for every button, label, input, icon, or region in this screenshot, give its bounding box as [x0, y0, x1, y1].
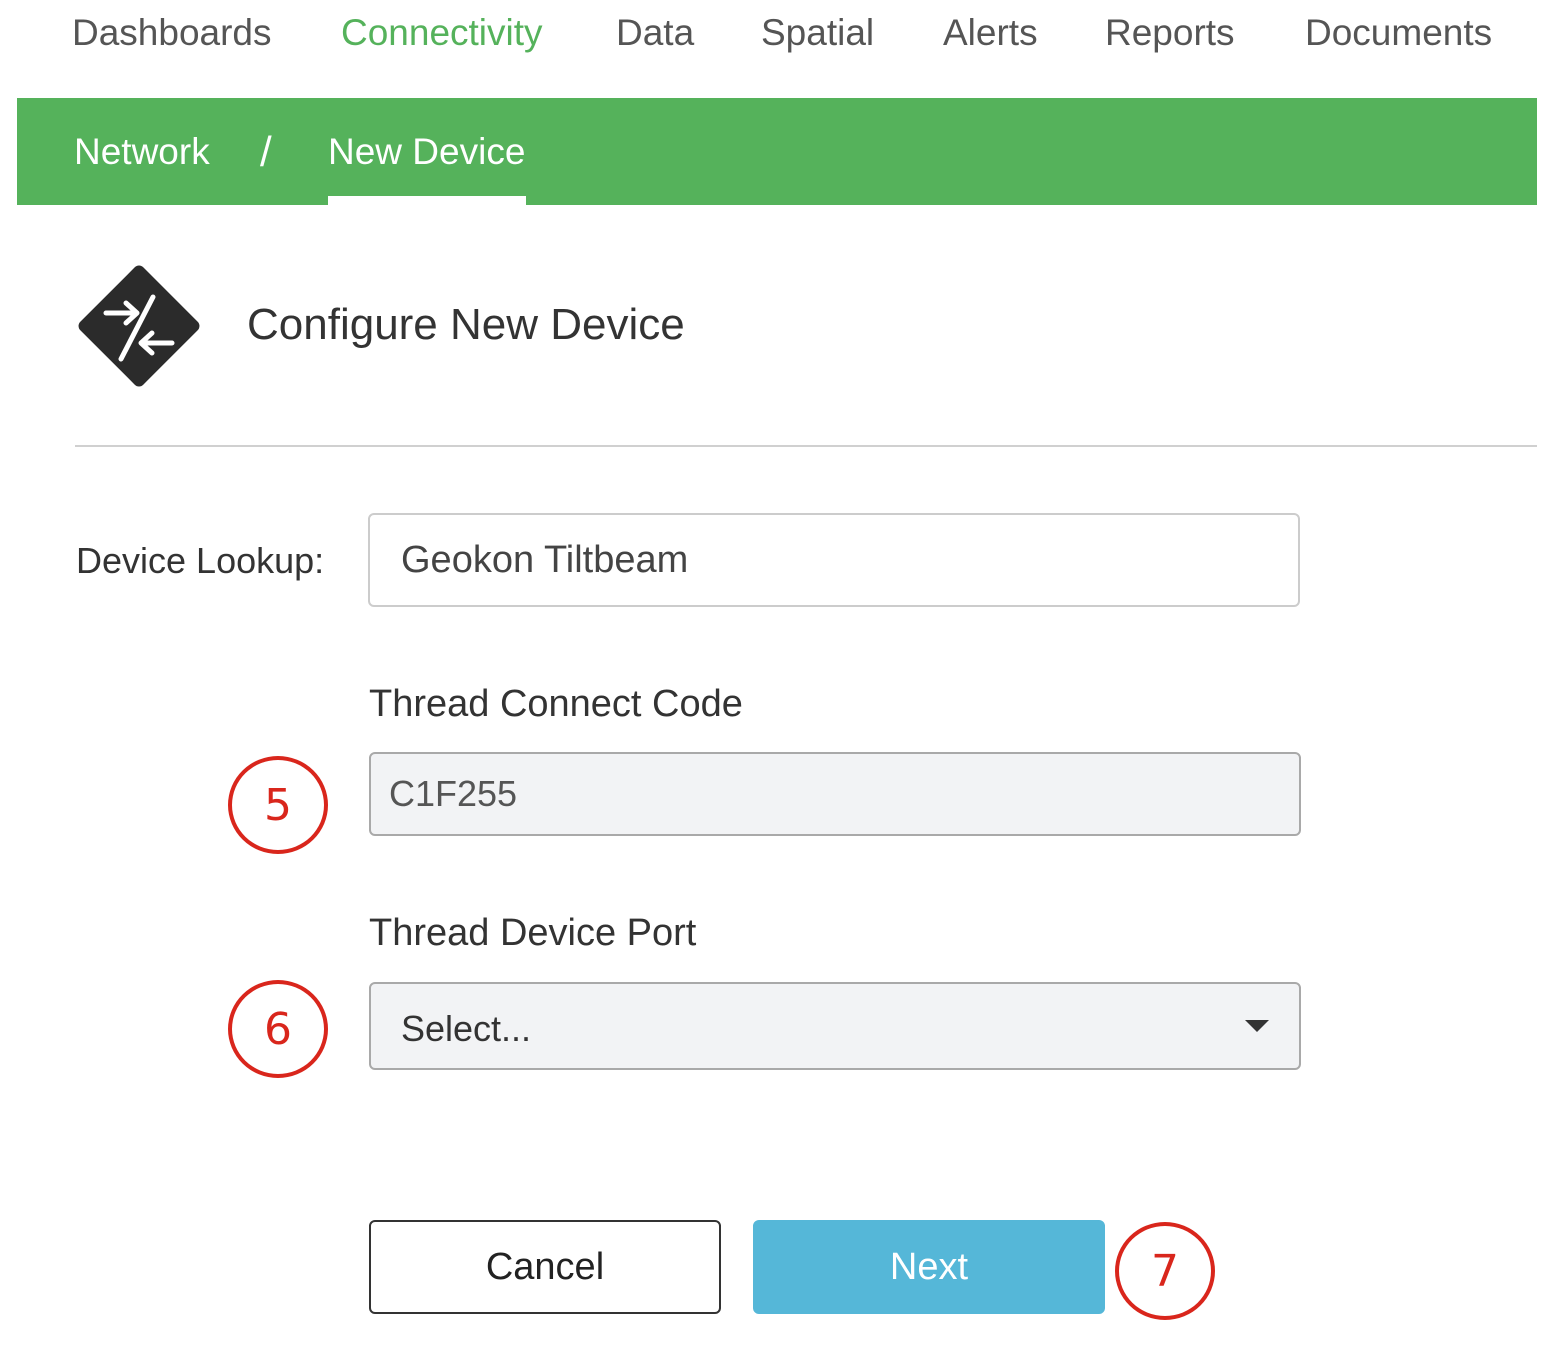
- thread-connect-code-input[interactable]: [369, 752, 1301, 836]
- thread-connect-code-label: Thread Connect Code: [369, 683, 743, 725]
- page-title: Configure New Device: [247, 300, 685, 349]
- nav-reports[interactable]: Reports: [1105, 12, 1235, 54]
- device-lookup-input[interactable]: [368, 513, 1300, 607]
- caret-down-icon: [1245, 1020, 1269, 1032]
- nav-alerts[interactable]: Alerts: [943, 12, 1038, 54]
- nav-documents[interactable]: Documents: [1305, 12, 1492, 54]
- thread-device-port-select[interactable]: Select...: [369, 982, 1301, 1070]
- header-divider: [75, 445, 1537, 447]
- thread-device-port-label: Thread Device Port: [369, 912, 697, 954]
- cancel-button[interactable]: Cancel: [369, 1220, 721, 1314]
- callout-7: 7: [1115, 1222, 1215, 1320]
- breadcrumb-separator: /: [260, 128, 272, 175]
- connection-arrows-icon: [76, 263, 202, 389]
- nav-connectivity[interactable]: Connectivity: [341, 12, 543, 54]
- callout-5: 5: [228, 756, 328, 854]
- breadcrumb-bar: Network / New Device: [17, 98, 1537, 205]
- top-nav: Dashboards Connectivity Data Spatial Ale…: [0, 0, 1562, 98]
- active-tab-indicator: [328, 196, 526, 205]
- breadcrumb-new-device[interactable]: New Device: [328, 131, 525, 173]
- callout-6: 6: [228, 980, 328, 1078]
- nav-spatial[interactable]: Spatial: [761, 12, 874, 54]
- breadcrumb-network[interactable]: Network: [74, 131, 210, 173]
- nav-dashboards[interactable]: Dashboards: [72, 12, 272, 54]
- device-lookup-label: Device Lookup:: [76, 540, 325, 581]
- port-select-value: Select...: [401, 1008, 532, 1049]
- next-button[interactable]: Next: [753, 1220, 1105, 1314]
- nav-data[interactable]: Data: [616, 12, 694, 54]
